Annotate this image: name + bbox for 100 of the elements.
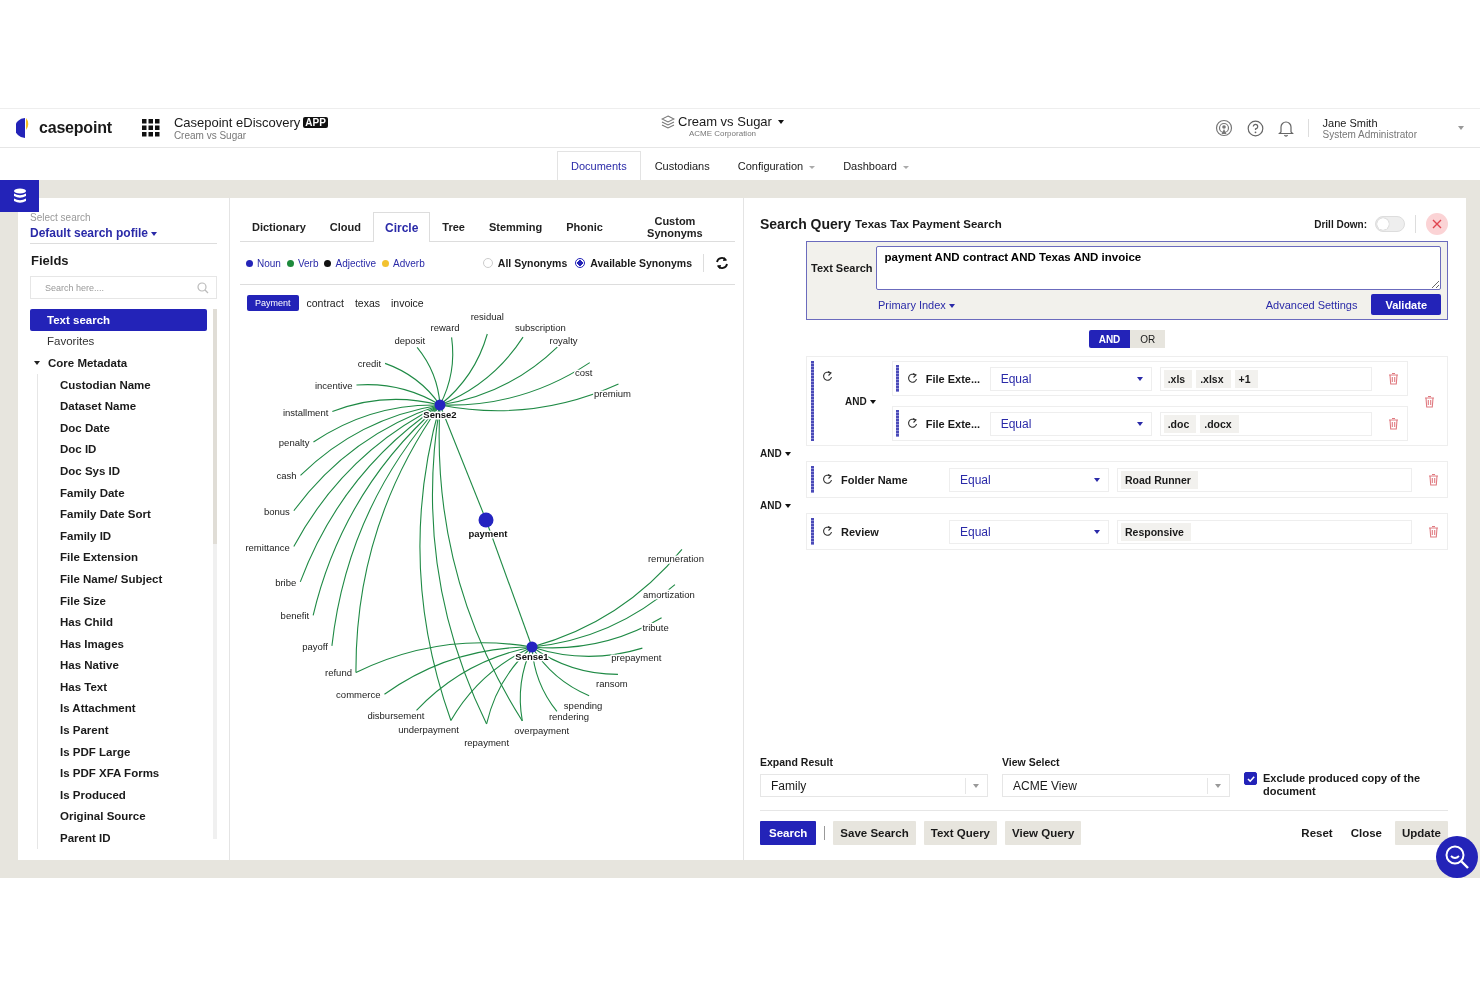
nav-tab[interactable]: Configuration — [723, 151, 830, 180]
field-item[interactable]: File Extension — [38, 546, 207, 569]
word-label[interactable]: ransom — [596, 678, 628, 690]
index-dropdown[interactable]: Primary Index — [878, 298, 955, 311]
word-label[interactable]: refund — [325, 667, 352, 679]
reset-icon[interactable] — [822, 371, 833, 382]
action-button[interactable]: View Query — [1005, 821, 1082, 845]
action-button[interactable]: Search — [760, 821, 817, 845]
expand-result-select[interactable]: Family — [760, 774, 988, 797]
action-button[interactable]: Text Query — [923, 821, 997, 845]
field-item[interactable]: Custodian Name — [38, 373, 207, 396]
join-operator[interactable]: AND — [760, 500, 791, 511]
word-label[interactable]: overpayment — [514, 724, 570, 736]
field-item[interactable]: Favorites — [30, 330, 207, 353]
term-chip[interactable]: texas — [351, 295, 383, 311]
field-item[interactable]: Is Parent — [38, 719, 207, 741]
word-label[interactable]: cost — [575, 366, 593, 378]
word-label[interactable]: reward — [430, 322, 460, 334]
field-item[interactable]: Is Produced — [38, 784, 207, 806]
action-button[interactable]: Reset — [1296, 821, 1338, 845]
term-chip[interactable]: Payment — [247, 295, 299, 311]
word-label[interactable]: premium — [594, 388, 631, 400]
field-item[interactable]: Family ID — [38, 524, 207, 547]
word-label[interactable]: penalty — [278, 437, 310, 449]
field-item[interactable]: Family Date — [38, 481, 207, 504]
graph-node[interactable] — [478, 512, 494, 528]
word-label[interactable]: repayment — [464, 737, 510, 748]
trash-icon[interactable] — [1428, 473, 1439, 486]
logic-toggle[interactable]: OR — [1130, 330, 1166, 348]
operator-select[interactable]: Equal — [989, 366, 1152, 391]
bell-icon[interactable] — [1277, 119, 1294, 137]
word-label[interactable]: royalty — [549, 334, 578, 346]
field-item[interactable]: Doc Date — [38, 416, 207, 439]
value-field[interactable]: .xls .xlsx +1 — [1159, 366, 1372, 391]
field-item[interactable]: Parent ID — [38, 827, 207, 849]
word-label[interactable]: remittance — [245, 541, 290, 553]
word-label[interactable]: prepayment — [611, 652, 662, 664]
trash-icon[interactable] — [1424, 394, 1435, 408]
word-label[interactable]: installment — [282, 406, 329, 418]
word-label[interactable]: bribe — [275, 576, 297, 588]
operator-select[interactable]: Equal — [949, 519, 1109, 544]
close-button[interactable] — [1426, 213, 1448, 235]
operator-select[interactable]: Equal — [949, 467, 1109, 492]
radio-button[interactable] — [575, 258, 586, 268]
search-profile-select[interactable]: Select search Default search pofile — [30, 212, 217, 244]
word-label[interactable]: tribute — [642, 621, 669, 633]
word-label[interactable]: spending — [563, 699, 603, 711]
view-tab[interactable]: Stemming — [476, 212, 555, 241]
value-field[interactable]: .doc .docx — [1159, 411, 1372, 436]
join-operator[interactable]: AND — [760, 448, 791, 459]
view-tab[interactable]: Dictionary — [240, 212, 318, 241]
word-label[interactable]: credit — [357, 358, 382, 370]
caret-icon[interactable] — [1458, 126, 1464, 130]
trash-icon[interactable] — [1388, 372, 1399, 385]
reset-icon[interactable] — [906, 373, 918, 384]
graph-node[interactable] — [526, 641, 538, 653]
validate-button[interactable]: Validate — [1371, 294, 1441, 315]
word-label[interactable]: payoff — [302, 640, 328, 652]
nav-tab[interactable]: Custodians — [640, 151, 724, 180]
reset-icon[interactable] — [822, 474, 833, 485]
field-item[interactable]: Has Text — [38, 676, 207, 698]
trash-icon[interactable] — [1388, 417, 1399, 430]
field-item[interactable]: File Name/ Subject — [38, 568, 207, 590]
view-tab[interactable]: Tree — [430, 212, 477, 241]
term-chip[interactable]: invoice — [388, 295, 427, 311]
broadcast-icon[interactable] — [1214, 119, 1233, 137]
field-item[interactable]: Text search — [30, 309, 207, 331]
field-item[interactable]: Dataset Name — [38, 395, 207, 417]
drill-down-toggle[interactable] — [1375, 216, 1405, 232]
field-item[interactable]: Doc ID — [38, 438, 207, 461]
text-search-input[interactable]: payment AND contract AND Texas AND invoice — [875, 246, 1441, 290]
advanced-settings-link[interactable]: Advanced Settings — [1265, 298, 1358, 311]
word-label[interactable]: underpayment — [398, 724, 459, 736]
app-grid-icon[interactable] — [141, 119, 160, 137]
view-tab[interactable]: Phonic — [554, 212, 615, 241]
value-field[interactable]: Road Runner — [1117, 467, 1412, 492]
case-selector[interactable]: Cream vs Sugar — [678, 114, 772, 129]
field-item[interactable]: Is Attachment — [38, 697, 207, 720]
refresh-icon[interactable] — [715, 256, 729, 270]
view-tab[interactable]: Cloud — [317, 212, 373, 241]
word-label[interactable]: rendering — [548, 711, 590, 723]
word-label[interactable]: disbursement — [367, 710, 425, 722]
graph-node[interactable] — [434, 399, 446, 411]
tree-group-item[interactable]: Core Metadata — [30, 352, 207, 374]
search-field[interactable]: Search here.... — [30, 276, 217, 299]
field-item[interactable]: Doc Sys ID — [38, 460, 207, 482]
value-field[interactable]: Responsive — [1117, 519, 1412, 544]
group-operator[interactable]: AND — [845, 395, 876, 407]
operator-select[interactable]: Equal — [989, 411, 1152, 436]
view-tab[interactable]: Circle — [372, 212, 431, 242]
action-button[interactable]: Close — [1345, 821, 1387, 845]
term-chip[interactable]: contract — [303, 295, 347, 311]
word-label[interactable]: deposit — [394, 335, 426, 347]
field-item[interactable]: Family Date Sort — [38, 503, 207, 525]
action-button[interactable]: Update — [1395, 821, 1448, 845]
view-tab[interactable]: Custom Synonyms — [614, 212, 735, 241]
reset-icon[interactable] — [906, 418, 918, 429]
word-label[interactable]: subscription — [515, 322, 566, 334]
field-item[interactable]: Is PDF Large — [38, 740, 207, 763]
field-item[interactable]: File Size — [38, 589, 207, 612]
